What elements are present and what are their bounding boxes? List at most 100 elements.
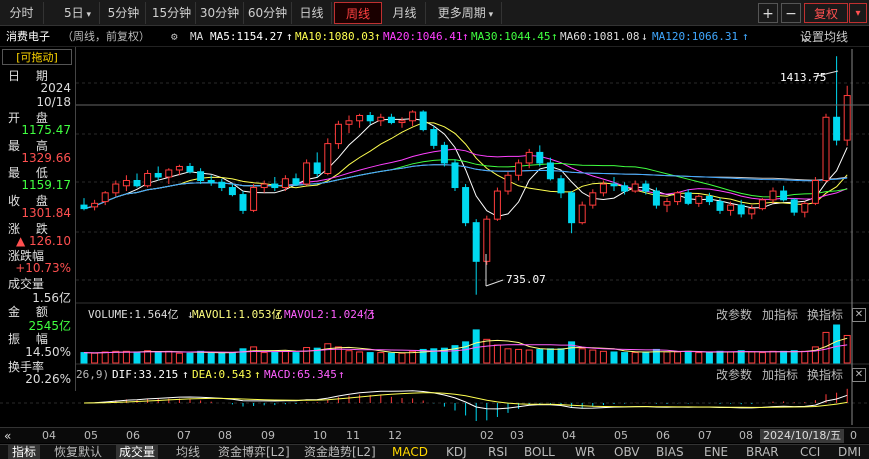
volume-bar	[493, 344, 501, 364]
mavol1-value: MAVOL1:1.053亿	[192, 308, 283, 321]
candle-body	[303, 162, 311, 185]
up-arrow-icon: ↑	[182, 368, 189, 381]
zoom-out-button[interactable]: −	[781, 3, 801, 23]
candle-body	[281, 178, 289, 189]
up-arrow-icon: ↑	[254, 368, 261, 381]
candle-body	[133, 180, 141, 187]
period-intraday[interactable]: 分时	[0, 2, 44, 24]
volume-bar	[356, 351, 364, 364]
candle-body	[525, 151, 533, 164]
period-30min[interactable]: 30分钟	[196, 2, 244, 24]
tab-reset[interactable]: 恢复默认	[54, 445, 102, 459]
tab-dmi[interactable]: DMI	[838, 445, 861, 459]
ma-legend: 消费电子 （周线，前复权） ⚙ MA MA5:1154.27 ↑ MA10:10…	[0, 27, 869, 47]
axis-label: 05	[614, 429, 628, 442]
macd-add-button[interactable]: 加指标	[762, 366, 798, 384]
volume-swap-button[interactable]: 换指标	[807, 306, 843, 324]
candle-body	[536, 151, 544, 164]
candle-body	[515, 162, 523, 176]
axis-label: 07	[698, 429, 712, 442]
tab-indicators[interactable]: 指标	[8, 445, 41, 459]
candle-body	[366, 115, 374, 122]
tab-ma[interactable]: 均线	[176, 445, 200, 459]
axis-label: 06	[126, 429, 140, 442]
drag-handle[interactable]: [可拖动]	[2, 49, 72, 65]
tab-ene[interactable]: ENE	[704, 445, 728, 459]
close-icon[interactable]: ✕	[852, 308, 866, 322]
axis-label: 04	[562, 429, 576, 442]
volume-bar	[769, 350, 777, 364]
tab-rsi[interactable]: RSI	[488, 445, 508, 459]
volume-bar	[345, 350, 353, 364]
axis-label: 07	[177, 429, 191, 442]
tab-obv[interactable]: OBV	[614, 445, 640, 459]
volume-params-button[interactable]: 改参数	[716, 306, 752, 324]
volume-bar	[621, 352, 629, 364]
tab-boll[interactable]: BOLL	[524, 445, 555, 459]
tab-brar[interactable]: BRAR	[746, 445, 779, 459]
close-value: 1301.84	[21, 206, 71, 220]
stock-name: 消费电子	[6, 30, 50, 43]
candle-body	[271, 183, 279, 189]
volume-add-button[interactable]: 加指标	[762, 306, 798, 324]
volume-bar	[684, 350, 692, 364]
period-5day[interactable]: 5日 ▾	[56, 2, 100, 24]
adjust-dropdown-icon[interactable]: ▾	[849, 3, 867, 23]
axis-label: 04	[42, 429, 56, 442]
volume-bar	[843, 334, 851, 364]
candle-body	[207, 180, 215, 183]
close-icon[interactable]: ✕	[852, 368, 866, 382]
volume-bar	[165, 350, 173, 364]
candle-body	[218, 181, 226, 189]
zoom-in-button[interactable]: +	[758, 3, 778, 23]
adjust-button[interactable]: 复权	[804, 3, 848, 23]
macd-swap-button[interactable]: 换指标	[807, 366, 843, 384]
period-weekly[interactable]: 周线	[334, 2, 382, 24]
candle-body	[843, 95, 851, 141]
info-panel[interactable]: [可拖动] 日 期 2024 10/18 开 盘 1175.47 最 高 132…	[0, 47, 76, 391]
macd-series	[83, 388, 848, 421]
period-more[interactable]: 更多周期 ▾	[430, 2, 502, 24]
tab-macd[interactable]: MACD	[392, 445, 428, 459]
candle-body	[631, 183, 639, 192]
candle-body	[345, 120, 353, 125]
volume-bar	[271, 351, 279, 364]
volume-bar	[557, 348, 565, 364]
up-arrow-icon: ↑	[369, 308, 376, 321]
candle-body	[260, 183, 268, 189]
period-5day-label: 5日	[63, 6, 84, 20]
candles	[80, 56, 851, 295]
high-annotation: 1413.75	[780, 70, 839, 84]
tab-wr[interactable]: WR	[575, 445, 595, 459]
amplitude-value: 14.50%	[25, 345, 71, 359]
axis-label: 02	[480, 429, 494, 442]
tab-cci[interactable]: CCI	[800, 445, 820, 459]
tab-fund-game[interactable]: 资金博弈[L2]	[218, 445, 290, 459]
chart-mode: （周线，前复权）	[62, 30, 150, 43]
tab-kdj[interactable]: KDJ	[446, 445, 467, 459]
period-60min[interactable]: 60分钟	[244, 2, 292, 24]
macd-params-button[interactable]: 改参数	[716, 366, 752, 384]
tab-volume[interactable]: 成交量	[116, 445, 159, 459]
candle-body	[716, 201, 724, 211]
tab-bias[interactable]: BIAS	[656, 445, 684, 459]
ma10-value: MA10:1080.03	[295, 30, 375, 43]
ma5-value: MA5:1154.27	[210, 30, 283, 43]
volume-bar	[758, 352, 766, 364]
period-daily[interactable]: 日线	[292, 2, 332, 24]
tab-fund-trend[interactable]: 资金趋势[L2]	[304, 445, 376, 459]
period-15min[interactable]: 15分钟	[148, 2, 196, 24]
volume-bar	[716, 350, 724, 364]
gear-icon[interactable]: ⚙	[171, 27, 178, 47]
ma-label: MA	[190, 30, 204, 43]
scroll-left-icon[interactable]: «	[4, 429, 11, 443]
period-5min[interactable]: 5分钟	[102, 2, 146, 24]
candle-body	[610, 183, 618, 187]
period-monthly[interactable]: 月线	[384, 2, 426, 24]
candle-body	[568, 192, 576, 224]
volume-bar	[599, 350, 607, 364]
dif-value: DIF:33.215	[112, 368, 179, 381]
candle-body	[833, 116, 841, 141]
candle-body	[451, 162, 459, 189]
up-arrow-icon: ↑	[742, 30, 749, 43]
